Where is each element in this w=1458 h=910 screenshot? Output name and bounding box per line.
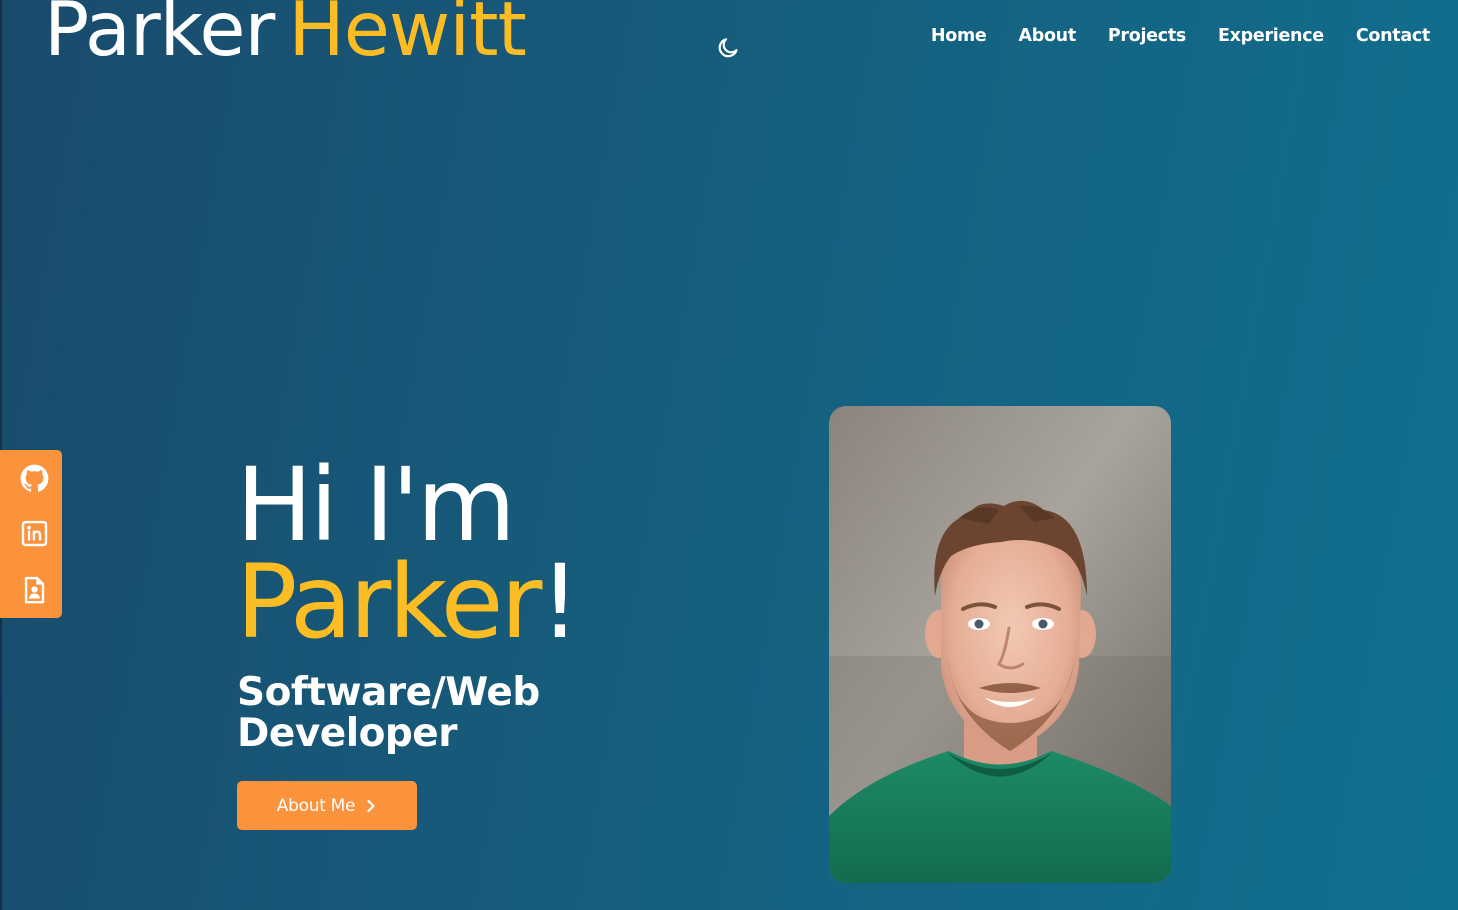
resume-icon[interactable]: [20, 575, 49, 604]
chevron-right-icon: [367, 799, 375, 812]
site-logo[interactable]: Parker Hewitt: [44, 0, 527, 67]
hero-exclamation: !: [539, 543, 581, 662]
social-sidebar: [0, 450, 62, 618]
hero-greeting: Hi I'm: [236, 446, 516, 565]
nav-link-home[interactable]: Home: [931, 26, 987, 46]
hero-subtitle: Software/Web Developer: [237, 670, 540, 756]
github-icon[interactable]: [20, 464, 49, 493]
hero-name: Parker: [236, 543, 542, 662]
about-me-button[interactable]: About Me: [237, 781, 417, 830]
hero-name-line: Parker!: [236, 552, 580, 654]
brand-first-name: Parker: [44, 0, 275, 73]
portrait-photo: [829, 406, 1171, 883]
nav-link-projects[interactable]: Projects: [1108, 26, 1186, 46]
nav-link-contact[interactable]: Contact: [1356, 26, 1430, 46]
moon-icon: [718, 38, 738, 58]
nav-link-about[interactable]: About: [1018, 26, 1076, 46]
nav-link-experience[interactable]: Experience: [1218, 26, 1324, 46]
main-nav: Home About Projects Experience Contact: [931, 26, 1430, 46]
theme-toggle-button[interactable]: [716, 36, 740, 60]
about-me-button-label: About Me: [276, 795, 356, 816]
linkedin-icon[interactable]: [20, 519, 49, 548]
brand-last-name: Hewitt: [288, 0, 527, 73]
